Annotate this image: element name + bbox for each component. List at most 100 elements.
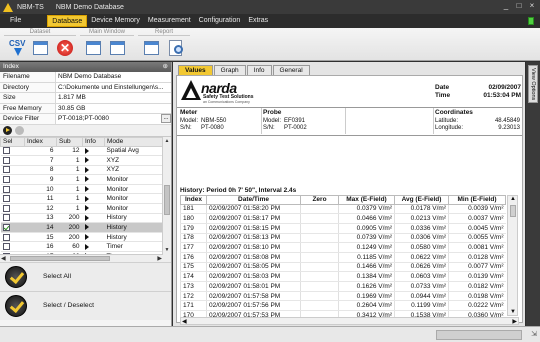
tab-graph[interactable]: Graph (213, 65, 246, 75)
stop-icon[interactable] (15, 125, 24, 135)
scroll-thumb[interactable] (510, 205, 516, 217)
row-checkbox[interactable] (2, 185, 10, 193)
column-header[interactable]: Avg (E-Field) (394, 195, 449, 205)
row-checkbox[interactable] (2, 175, 10, 183)
row-checkbox[interactable] (2, 156, 10, 164)
select-cell[interactable] (0, 155, 25, 166)
delete-dataset-button[interactable]: ✕ (54, 37, 74, 58)
play-arrow-icon[interactable] (84, 166, 89, 173)
table-row[interactable]: 175 02/09/2007 01:58:05 PM 0.1466 V/m² 0.06… (180, 262, 506, 273)
menu-configuration[interactable]: Configuration (195, 15, 245, 27)
history-vertical-scrollbar[interactable]: ▲ ▼ (507, 195, 518, 316)
column-header[interactable]: Max (E-Field) (338, 195, 395, 205)
table-row[interactable]: 15 200 History (0, 232, 164, 243)
row-checkbox[interactable] (2, 214, 10, 222)
scroll-up-icon[interactable]: ▲ (510, 196, 516, 202)
select-cell[interactable] (0, 193, 25, 205)
info-cell[interactable] (82, 174, 105, 185)
column-header[interactable]: Mode (104, 136, 164, 147)
select-cell[interactable] (0, 174, 25, 185)
select-cell[interactable] (0, 232, 25, 243)
print-report-button[interactable] (141, 37, 161, 58)
open-dataset-button[interactable] (30, 37, 50, 58)
scroll-right-icon[interactable]: ▶ (157, 255, 162, 262)
table-row[interactable]: 176 02/09/2007 01:58:08 PM 0.1185 V/m² 0.06… (180, 252, 506, 263)
select-deselect-button[interactable]: Select / Deselect (0, 290, 171, 320)
play-arrow-icon[interactable] (84, 233, 89, 240)
menu-file[interactable]: File (6, 15, 25, 27)
device-filter-browse-button[interactable]: ... (161, 114, 171, 123)
play-arrow-icon[interactable] (84, 195, 89, 202)
select-cell[interactable] (0, 165, 25, 176)
scroll-down-icon[interactable]: ▼ (510, 309, 516, 315)
window-layout-button[interactable] (83, 37, 103, 58)
menu-measurement[interactable]: Measurement (144, 15, 195, 27)
column-header[interactable]: Info (82, 136, 105, 147)
play-arrow-icon[interactable] (84, 176, 89, 183)
table-row[interactable]: 9 1 Monitor (0, 174, 164, 185)
info-cell[interactable] (82, 232, 105, 243)
table-row[interactable]: 173 02/09/2007 01:58:01 PM 0.1626 V/m² 0.07… (180, 281, 506, 292)
select-cell[interactable] (0, 241, 25, 253)
column-header[interactable]: Zero (300, 195, 339, 205)
info-cell[interactable] (82, 203, 105, 214)
menu-database[interactable]: Database (47, 15, 88, 27)
table-row[interactable]: 171 02/09/2007 01:57:56 PM 0.2604 V/m² 0.11… (180, 300, 506, 312)
play-arrow-icon[interactable] (84, 224, 89, 231)
info-cell[interactable] (82, 222, 105, 233)
table-row[interactable]: 181 02/09/2007 01:58:20 PM 0.0379 V/m² 0.01… (180, 204, 506, 215)
column-header[interactable]: Min (E-Field) (448, 195, 506, 205)
row-checkbox[interactable] (2, 233, 10, 241)
close-button[interactable]: × (526, 1, 538, 10)
column-header[interactable]: Sub (56, 136, 83, 147)
tab-info[interactable]: Info (246, 65, 272, 75)
scroll-thumb[interactable] (10, 255, 110, 261)
info-cell[interactable] (82, 184, 105, 195)
table-row[interactable]: 16 60 Timer (0, 241, 164, 253)
play-arrow-icon[interactable] (84, 147, 89, 154)
info-cell[interactable] (82, 155, 105, 166)
history-horizontal-scrollbar[interactable]: ◀ ▶ (180, 317, 519, 325)
table-row[interactable]: 11 1 Monitor (0, 193, 164, 205)
table-row[interactable]: 8 1 XYZ (0, 165, 164, 176)
select-cell[interactable] (0, 203, 25, 214)
column-header[interactable]: Index (180, 195, 207, 205)
tab-general[interactable]: General (272, 65, 310, 75)
row-checkbox[interactable] (2, 243, 10, 251)
restore-button[interactable]: □ (513, 1, 525, 10)
select-cell[interactable] (0, 184, 25, 195)
table-row[interactable]: 172 02/09/2007 01:57:58 PM 0.1969 V/m² 0.09… (180, 291, 506, 302)
row-checkbox[interactable] (2, 147, 10, 155)
play-arrow-icon[interactable] (84, 185, 89, 192)
row-checkbox[interactable] (2, 166, 10, 174)
table-row[interactable]: 14 200 History (0, 222, 164, 233)
table-row[interactable]: 7 1 XYZ (0, 155, 164, 166)
table-row[interactable]: 10 1 Monitor (0, 184, 164, 195)
csv-export-button[interactable]: CSV (6, 37, 26, 58)
play-arrow-icon[interactable] (84, 157, 89, 164)
window-tile-button[interactable] (107, 37, 127, 58)
device-filter-field[interactable]: PT-0018;PT-0080 (56, 114, 161, 124)
scroll-left-icon[interactable]: ◀ (182, 318, 187, 325)
info-cell[interactable] (82, 241, 105, 253)
tab-values[interactable]: Values (178, 65, 213, 75)
table-row[interactable]: 13 200 History (0, 213, 164, 224)
play-arrow-icon[interactable] (84, 214, 89, 221)
view-options-tab[interactable]: View Options (528, 65, 538, 103)
column-header[interactable]: Date/Time (206, 195, 301, 205)
row-checkbox[interactable] (2, 204, 10, 212)
preview-report-button[interactable] (165, 37, 185, 58)
table-row[interactable]: 12 1 Monitor (0, 203, 164, 214)
scroll-left-icon[interactable]: ◀ (1, 255, 6, 262)
table-row[interactable]: 177 02/09/2007 01:58:10 PM 0.1249 V/m² 0.05… (180, 242, 506, 253)
column-header[interactable]: Sel (0, 136, 25, 147)
column-header[interactable]: Index (24, 136, 57, 147)
select-cell[interactable] (0, 213, 25, 224)
select-cell[interactable] (0, 146, 25, 157)
play-arrow-icon[interactable] (84, 205, 89, 212)
info-cell[interactable] (82, 165, 105, 176)
row-checkbox[interactable] (2, 195, 10, 203)
info-cell[interactable] (82, 213, 105, 224)
table-row[interactable]: 179 02/09/2007 01:58:15 PM 0.0905 V/m² 0.03… (180, 223, 506, 234)
menu-extras[interactable]: Extras (244, 15, 272, 27)
